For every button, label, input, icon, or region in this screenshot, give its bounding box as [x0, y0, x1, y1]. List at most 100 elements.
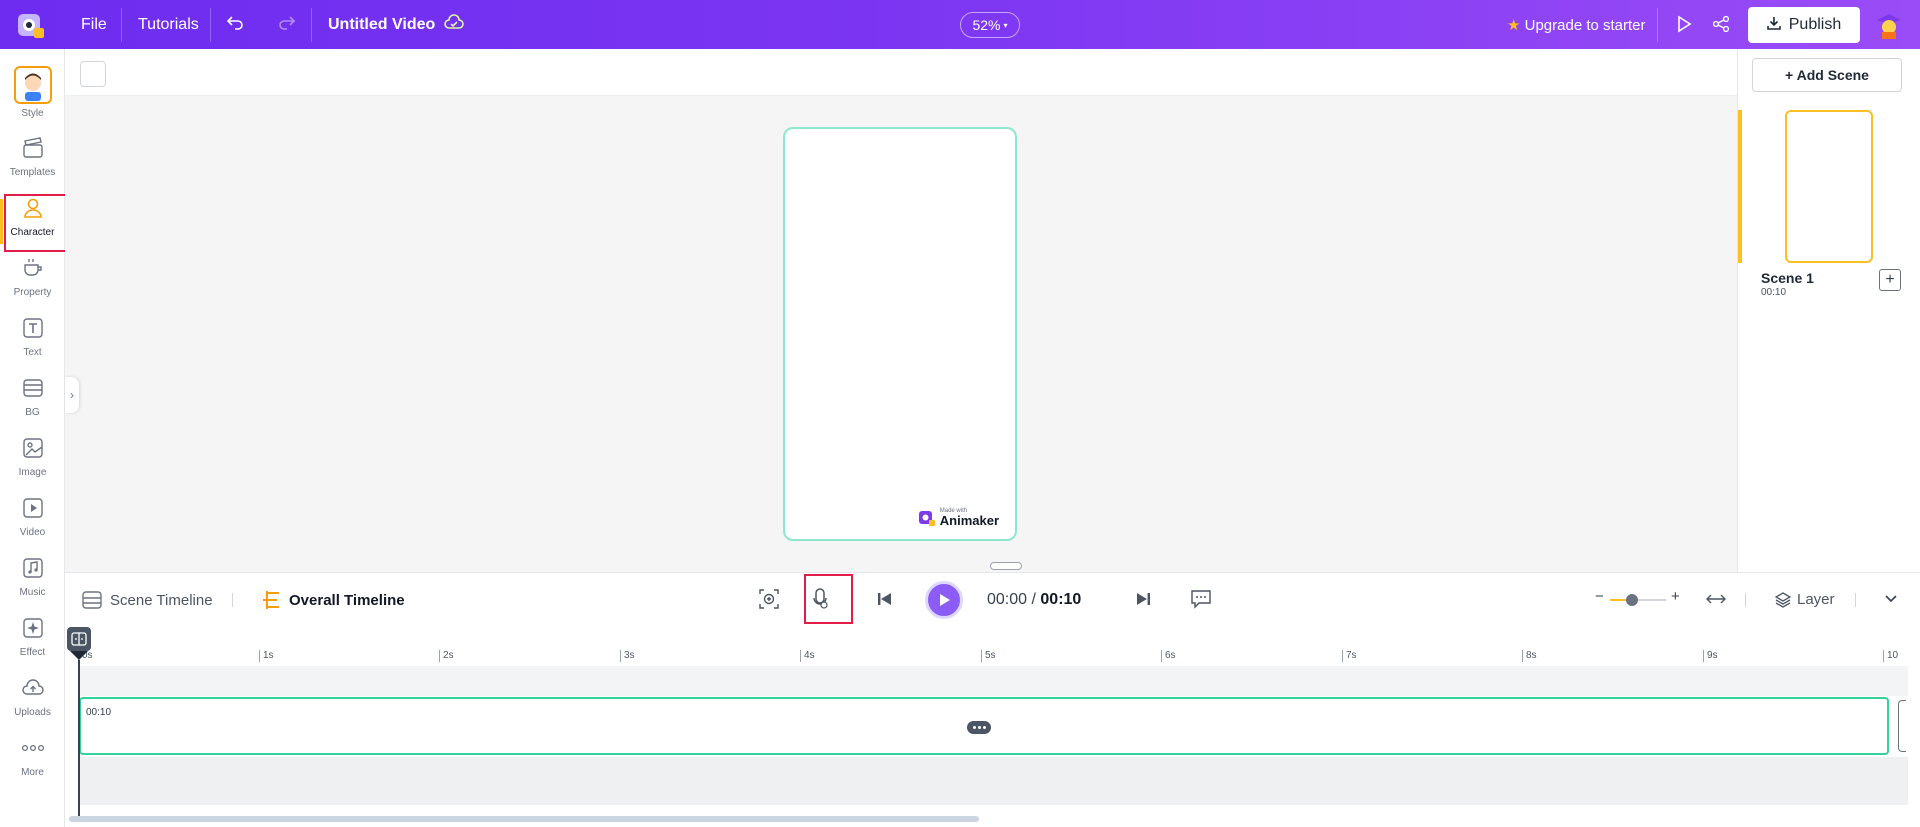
preview-play-icon[interactable] — [1676, 15, 1692, 38]
tab-overall-timeline[interactable]: Overall Timeline — [261, 591, 405, 609]
select-all-checkbox[interactable] — [80, 61, 106, 87]
divider — [311, 8, 312, 42]
upload-cloud-icon — [20, 675, 46, 701]
top-bar: File Tutorials Untitled Video 52% ▾ ★ Up… — [0, 0, 1920, 49]
redo-icon[interactable] — [278, 13, 296, 36]
sidebar-item-uploads[interactable]: Uploads — [0, 660, 65, 718]
user-avatar[interactable] — [1874, 10, 1904, 40]
split-icon — [71, 632, 87, 646]
video-title[interactable]: Untitled Video — [328, 16, 435, 34]
music-icon — [20, 555, 46, 581]
current-time: 00:00 — [987, 591, 1028, 608]
sidebar-item-image[interactable]: Image — [0, 420, 65, 478]
watermark-brand: Animaker — [939, 513, 999, 528]
sidebar-item-label: Property — [13, 287, 52, 298]
sidebar-item-video[interactable]: Video — [0, 480, 65, 538]
upgrade-label: Upgrade to starter — [1524, 17, 1646, 34]
scene-active-indicator — [1738, 110, 1742, 263]
ruler-tick: 3s — [620, 650, 635, 662]
zoom-out-icon[interactable]: − — [1595, 588, 1604, 605]
time-readout: 00:00 / 00:10 — [987, 591, 1081, 609]
video-canvas[interactable]: Made with Animaker — [783, 127, 1017, 541]
scene-thumbnail[interactable] — [1785, 110, 1873, 263]
fit-width-icon[interactable] — [1704, 587, 1728, 611]
add-scene-button[interactable]: + Add Scene — [1752, 58, 1902, 92]
layers-icon — [1775, 591, 1791, 608]
add-after-scene-button[interactable]: + — [1879, 269, 1901, 291]
timeline-scrollbar[interactable] — [69, 816, 979, 822]
upgrade-link[interactable]: ★ Upgrade to starter — [1507, 16, 1646, 34]
file-menu[interactable]: File — [81, 16, 107, 34]
zoom-in-icon[interactable]: + — [1671, 588, 1680, 605]
timeline-zoom-slider[interactable] — [1610, 594, 1666, 606]
time-separator: / — [1031, 591, 1036, 608]
templates-icon — [20, 135, 46, 161]
ruler-tick: 9s — [1703, 650, 1718, 662]
sidebar-item-label: Music — [19, 587, 46, 598]
share-icon[interactable] — [1712, 15, 1730, 38]
block-options-icon[interactable] — [967, 721, 991, 734]
undo-icon[interactable] — [226, 13, 244, 36]
tab-label: Scene Timeline — [110, 591, 213, 609]
annotation-highlight-box — [4, 194, 68, 252]
zoom-dropdown[interactable]: 52% ▾ — [960, 12, 1020, 38]
sidebar-item-label: Video — [19, 527, 46, 538]
publish-button[interactable]: Publish — [1748, 7, 1860, 43]
sidebar-item-effect[interactable]: Effect — [0, 600, 65, 658]
sidebar-item-music[interactable]: Music — [0, 540, 65, 598]
scene-duration: 00:10 — [1761, 287, 1787, 298]
ruler-tick: 7s — [1342, 650, 1357, 662]
block-duration: 00:10 — [86, 707, 112, 718]
zoom-slider-knob[interactable] — [1626, 594, 1639, 606]
tab-scene-timeline[interactable]: Scene Timeline — [82, 591, 213, 609]
sidebar-item-label: BG — [25, 407, 40, 418]
download-icon — [1766, 16, 1781, 35]
resize-handle[interactable] — [990, 562, 1022, 570]
animaker-logo-icon[interactable] — [14, 8, 48, 42]
camera-zoom-icon[interactable] — [757, 587, 781, 611]
subtitle-icon[interactable] — [1189, 587, 1213, 611]
collapse-timeline-chevron-icon[interactable] — [1879, 587, 1903, 611]
expand-panel-chevron-icon[interactable]: › — [65, 377, 79, 413]
sidebar-item-bg[interactable]: BG — [0, 360, 65, 418]
layer-button[interactable]: Layer — [1775, 591, 1835, 608]
play-button[interactable] — [925, 581, 963, 619]
publish-label: Publish — [1788, 16, 1842, 33]
image-icon — [20, 435, 46, 461]
scenes-panel: + Add Scene Scene 1 00:10 + — [1737, 49, 1920, 572]
playhead-handle[interactable] — [67, 627, 91, 651]
more-dots-icon — [20, 735, 46, 761]
overall-timeline-icon — [263, 591, 279, 609]
playhead-line — [78, 660, 80, 816]
left-sidebar: Style Templates Character Property Text … — [0, 49, 68, 827]
sidebar-item-more[interactable]: More — [0, 720, 65, 778]
sidebar-item-templates[interactable]: Templates — [0, 120, 65, 178]
sidebar-item-label: Style — [21, 108, 44, 119]
style-avatar-icon — [13, 66, 52, 104]
scene-timeline-icon — [82, 591, 102, 609]
next-block-edge — [1898, 700, 1906, 752]
star-icon: ★ — [1507, 17, 1521, 34]
sidebar-item-style[interactable]: Style — [0, 61, 65, 119]
scene-timeline-block[interactable]: 00:10 — [79, 697, 1889, 755]
ruler-tick: 4s — [800, 650, 815, 662]
divider — [1657, 8, 1658, 42]
total-time: 00:10 — [1040, 591, 1082, 608]
active-indicator — [0, 199, 3, 244]
cloud-saved-icon — [444, 14, 464, 37]
ruler-tick: 8s — [1522, 650, 1537, 662]
timeline-toolbar: Scene Timeline Overall Timeline 00:00 / … — [65, 572, 1920, 624]
timeline-panel: Scene Timeline Overall Timeline 00:00 / … — [65, 572, 1920, 827]
text-icon — [20, 315, 46, 341]
sidebar-item-label: Effect — [19, 647, 46, 658]
skip-back-icon[interactable] — [873, 587, 897, 611]
timeline-ruler: 0s 1s 2s 3s 4s 5s 6s 7s 8s 9s 10 — [78, 650, 1908, 666]
layer-label: Layer — [1797, 591, 1835, 608]
animaker-watermark: Made with Animaker — [918, 508, 999, 527]
play-icon — [940, 594, 950, 606]
skip-forward-icon[interactable] — [1131, 587, 1155, 611]
tutorials-menu[interactable]: Tutorials — [138, 16, 199, 34]
canvas-workspace: › Made with Animaker — [65, 49, 1737, 572]
ruler-tick: 10 — [1883, 650, 1898, 662]
sidebar-item-text[interactable]: Text — [0, 300, 65, 358]
